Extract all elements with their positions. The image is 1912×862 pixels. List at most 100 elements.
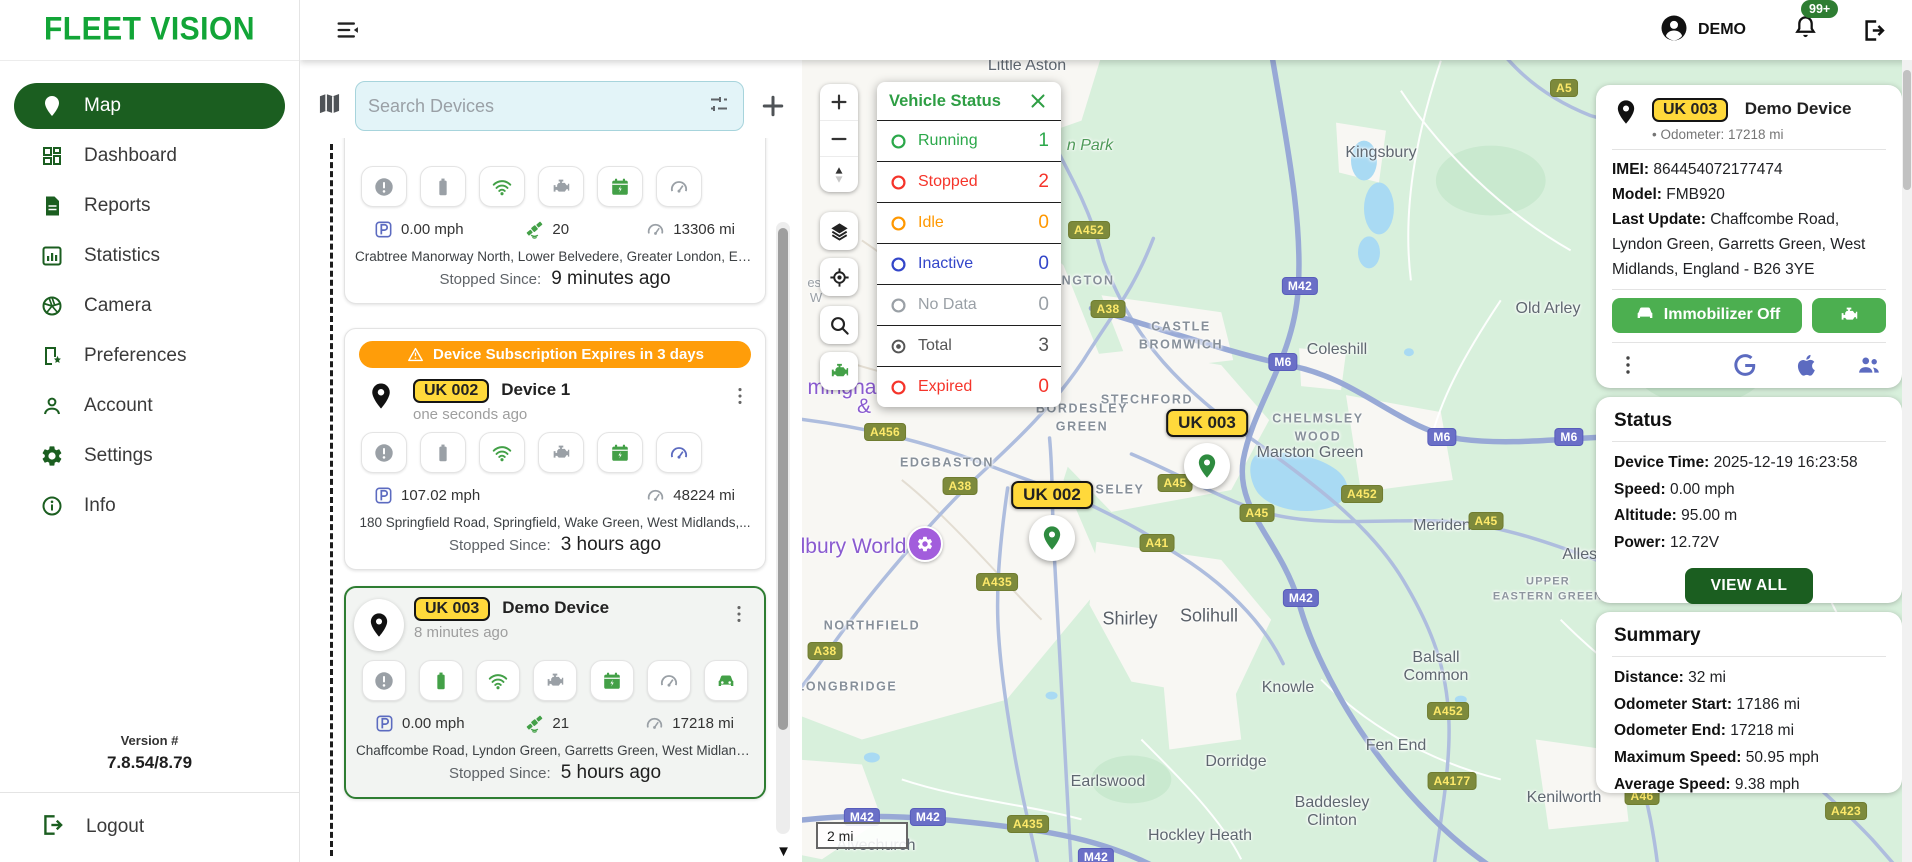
status-rows: Device Time: 2025-12-19 16:23:58 Speed: 0…: [1596, 442, 1902, 557]
list-scrollbar-thumb[interactable]: [778, 228, 788, 730]
device-card-uk-003[interactable]: UK 003 Demo Device 8 minutes ago 0.00 mph 21…: [344, 586, 766, 799]
zoom-in-button[interactable]: [820, 84, 858, 120]
google-maps-icon[interactable]: [1732, 352, 1758, 378]
more-options-icon[interactable]: [1616, 353, 1640, 377]
view-all-button[interactable]: VIEW ALL: [1684, 567, 1814, 604]
scroll-down-arrow[interactable]: ▼: [776, 843, 791, 860]
gauge-icon: [670, 446, 688, 459]
share-people-icon[interactable]: [1856, 352, 1882, 378]
gauge-button[interactable]: [656, 166, 702, 207]
logout-button[interactable]: [1861, 17, 1888, 44]
status-field-label: Altitude:: [1614, 507, 1677, 525]
sidebar-item-reports[interactable]: Reports: [14, 183, 285, 229]
sidebar-item-statistics[interactable]: Statistics: [14, 233, 285, 279]
alert-button[interactable]: [361, 166, 407, 207]
engine-button[interactable]: [1812, 297, 1886, 333]
my-location-button[interactable]: [820, 258, 858, 296]
device-plate: UK 002: [413, 379, 490, 403]
window-scrollbar-thumb[interactable]: [1903, 70, 1911, 190]
map-marker-plate-uk-002[interactable]: UK 002: [1011, 481, 1093, 509]
cadbury-poi-icon[interactable]: [907, 526, 943, 562]
map-marker-pin-uk-003[interactable]: [1184, 443, 1230, 489]
search-input[interactable]: [368, 95, 707, 117]
satellite-stat: 21: [524, 713, 584, 734]
status-field-label: Power:: [1614, 533, 1666, 551]
sidebar-item-map[interactable]: Map: [14, 83, 285, 129]
engine-button[interactable]: [538, 432, 584, 473]
wifi-icon: [492, 179, 512, 195]
gauge-button[interactable]: [647, 660, 691, 701]
wifi-button[interactable]: [479, 432, 525, 473]
map-search-button[interactable]: [820, 306, 858, 344]
battery-button[interactable]: [420, 166, 466, 207]
vehicle-status-row-total[interactable]: Total 3: [877, 325, 1061, 366]
user-name: DEMO: [1698, 21, 1746, 38]
version-value: 7.8.54/8.79: [106, 753, 193, 772]
calendar-button[interactable]: [597, 166, 643, 207]
avatar-icon: [1659, 13, 1689, 48]
exit-icon: [44, 814, 63, 835]
parking-icon: [376, 715, 393, 732]
notifications-button[interactable]: 99+: [1792, 0, 1839, 46]
vehicle-status-row-running[interactable]: Running 1: [877, 120, 1061, 161]
wifi-button[interactable]: [479, 166, 525, 207]
apple-maps-icon[interactable]: [1794, 352, 1820, 378]
filter-icon[interactable]: [707, 92, 731, 121]
sidebar-item-dashboard[interactable]: Dashboard: [14, 133, 285, 179]
device-card-uk-002[interactable]: Device Subscription Expires in 3 days UK …: [344, 328, 766, 570]
list-scrollbar[interactable]: [776, 222, 790, 834]
map-marker-pin-uk-002[interactable]: [1029, 515, 1075, 561]
odometer-value: 48224 mi: [673, 487, 735, 504]
close-icon[interactable]: [1027, 90, 1049, 112]
device-stat-row: 0.00 mph 20 13306 mi: [345, 207, 765, 240]
vehicle-status-row-inactive[interactable]: Inactive 0: [877, 243, 1061, 284]
window-scrollbar[interactable]: [1902, 60, 1912, 862]
pin-wrap: [354, 599, 404, 651]
device-card-header: UK 003 Demo Device 8 minutes ago: [346, 588, 764, 651]
sidebar-menu: Map Dashboard Reports Statistics Camera Prefe…: [0, 61, 299, 529]
gauge-button[interactable]: [656, 432, 702, 473]
device-address: Chaffcombe Road, Lyndon Green, Garretts …: [356, 743, 764, 758]
battery-button[interactable]: [420, 432, 466, 473]
sidebar-item-info[interactable]: Info: [14, 483, 285, 529]
zoom-out-button[interactable]: [820, 120, 858, 156]
alert-button[interactable]: [361, 432, 407, 473]
sidebar-item-preferences[interactable]: Preferences: [14, 333, 285, 379]
engine-button[interactable]: [538, 166, 584, 207]
sidebar-item-label: Map: [84, 95, 121, 116]
device-name: Demo Device: [1744, 99, 1852, 118]
layers-button[interactable]: [820, 212, 858, 250]
device-card[interactable]: 0.00 mph 20 13306 mi Crabtree Manorway Nort…: [344, 138, 766, 304]
sidebar-item-camera[interactable]: Camera: [14, 283, 285, 329]
map-marker-plate-uk-003[interactable]: UK 003: [1166, 409, 1248, 437]
sidebar-item-settings[interactable]: Settings: [14, 433, 285, 479]
user-menu[interactable]: DEMO: [1659, 13, 1746, 48]
ring-icon: [891, 297, 906, 313]
compass-button[interactable]: [820, 156, 858, 192]
vehicle-status-row-idle[interactable]: Idle 0: [877, 202, 1061, 243]
vehicle-status-row-expired[interactable]: Expired 0: [877, 366, 1061, 407]
summary-field-value: 32 mi: [1688, 669, 1726, 686]
add-device-button[interactable]: [758, 91, 788, 121]
calendar-button[interactable]: [597, 432, 643, 473]
more-options-icon[interactable]: [728, 603, 750, 630]
more-options-icon[interactable]: [729, 385, 751, 412]
calendar-button[interactable]: [590, 660, 634, 701]
vehicle-status-rows: Running 1 Stopped 2 Idle 0 Inactive 0 No Data 0 To…: [877, 120, 1061, 407]
device-stat-row: 0.00 mph 21 17218 mi: [346, 701, 764, 734]
alert-button[interactable]: [362, 660, 406, 701]
device-cards-viewport: 0.00 mph 20 13306 mi Crabtree Manorway Nort…: [300, 138, 802, 862]
map-icon[interactable]: [316, 90, 343, 122]
sidebar-item-account[interactable]: Account: [14, 383, 285, 429]
sidebar-item-logout[interactable]: Logout: [14, 804, 285, 850]
menu-collapse-icon[interactable]: [334, 16, 362, 44]
wifi-button[interactable]: [476, 660, 520, 701]
engine-button[interactable]: [533, 660, 577, 701]
vehicle-status-row-no-data[interactable]: No Data 0: [877, 284, 1061, 325]
stream-engine-button[interactable]: [820, 352, 858, 390]
immobilizer-button[interactable]: Immobilizer Off: [1612, 297, 1802, 333]
vehicle-status-row-stopped[interactable]: Stopped 2: [877, 161, 1061, 202]
battery-button[interactable]: [419, 660, 463, 701]
car-button[interactable]: [704, 660, 748, 701]
status-count: 3: [1038, 335, 1049, 356]
